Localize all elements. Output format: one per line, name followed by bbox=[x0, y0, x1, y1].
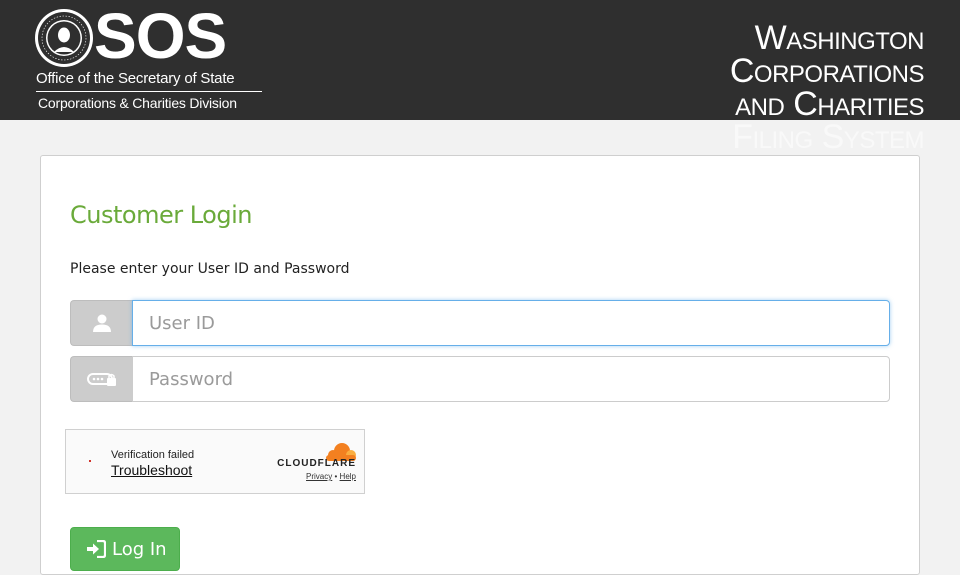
userid-group bbox=[70, 300, 890, 346]
system-title-line-2: Corporations bbox=[729, 52, 925, 90]
password-addon bbox=[70, 356, 132, 402]
userid-input[interactable] bbox=[132, 300, 890, 346]
sos-logo[interactable]: SOS Office of the Secretary of State Cor… bbox=[34, 4, 266, 114]
system-title-line-3: and Charities bbox=[735, 85, 924, 123]
sign-in-icon bbox=[87, 540, 106, 558]
help-link[interactable]: Help bbox=[340, 472, 356, 481]
troubleshoot-link[interactable]: Troubleshoot bbox=[111, 462, 192, 478]
state-seal-icon bbox=[35, 9, 93, 67]
userid-addon bbox=[70, 300, 132, 346]
office-name: Office of the Secretary of State bbox=[36, 70, 235, 87]
password-input[interactable] bbox=[132, 356, 890, 402]
privacy-link[interactable]: Privacy bbox=[306, 472, 332, 481]
error-indicator-icon bbox=[89, 460, 91, 462]
cloudflare-brand: CLOUDFLARE bbox=[277, 458, 356, 469]
password-key-icon bbox=[86, 373, 116, 386]
cloudflare-captcha-widget: Verification failed Troubleshoot CLOUDFL… bbox=[65, 429, 365, 494]
system-title: Washington Corporations and Charities Fi… bbox=[729, 19, 925, 156]
system-title-line-4: Filing System bbox=[732, 118, 924, 156]
sos-wordmark: SOS bbox=[94, 0, 227, 72]
user-icon bbox=[92, 314, 111, 332]
login-instruction: Please enter your User ID and Password bbox=[70, 261, 350, 277]
site-header: SOS Office of the Secretary of State Cor… bbox=[0, 0, 960, 154]
logo-divider bbox=[36, 91, 262, 92]
division-name: Corporations & Charities Division bbox=[38, 95, 237, 111]
system-title-line-1: Washington bbox=[754, 19, 925, 57]
login-button[interactable]: Log In bbox=[70, 527, 180, 571]
page-title: Customer Login bbox=[70, 201, 252, 229]
login-button-label: Log In bbox=[112, 538, 167, 560]
link-separator: • bbox=[334, 472, 338, 481]
captcha-links: Privacy • Help bbox=[306, 472, 356, 481]
captcha-status: Verification failed bbox=[111, 449, 195, 461]
password-group bbox=[70, 356, 890, 402]
